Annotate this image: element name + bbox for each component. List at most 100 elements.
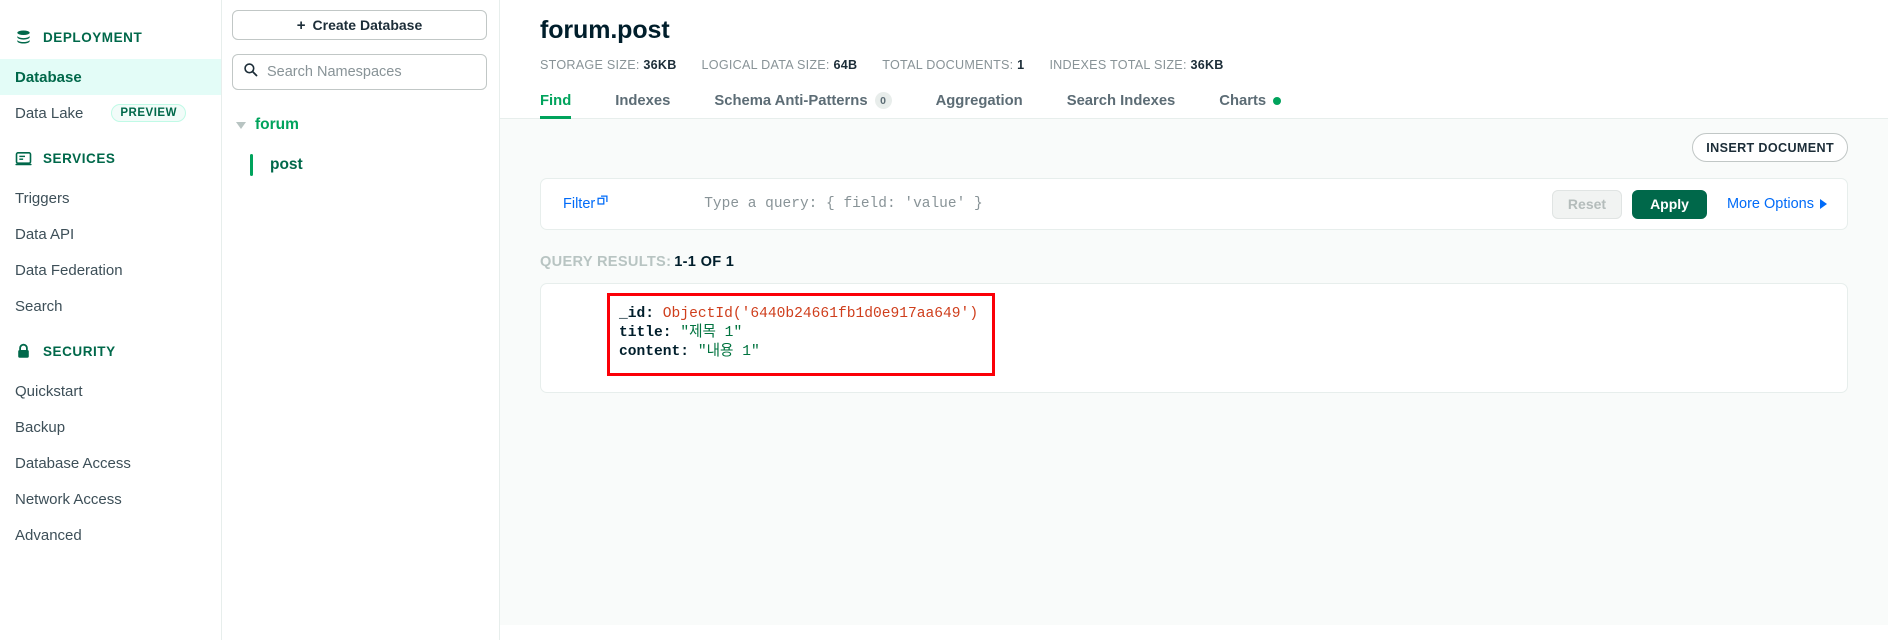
sidebar-item-label: Triggers [15, 189, 70, 207]
apply-button[interactable]: Apply [1632, 189, 1707, 219]
query-filter-input[interactable] [704, 196, 1552, 212]
status-badge: 0 [874, 92, 892, 109]
tab-label: Indexes [615, 93, 671, 109]
filter-link-label: Filter [563, 196, 596, 212]
preview-badge: PREVIEW [111, 103, 186, 123]
external-link-icon [597, 194, 608, 210]
chevron-down-icon[interactable] [236, 122, 246, 129]
field-key: content: [619, 344, 690, 360]
filter-bar: Filter Reset Apply More Options [540, 178, 1848, 230]
tab-label: Find [540, 93, 572, 109]
field-value: ObjectId('6440b24661fb1d0e917aa649') [662, 306, 979, 322]
search-icon [243, 62, 258, 82]
query-results-label: QUERY RESULTS: 1-1 OF 1 [540, 254, 1848, 270]
sidebar-section-label: SERVICES [43, 150, 116, 166]
sidebar-item-triggers[interactable]: Triggers [0, 180, 221, 216]
document-field-id: _id: ObjectId('6440b24661fb1d0e917aa649'… [619, 305, 978, 324]
tab-schema-anti-patterns[interactable]: Schema Anti-Patterns 0 [692, 92, 913, 118]
sidebar-item-label: Advanced [15, 526, 82, 544]
field-value: "제목 1" [680, 325, 743, 341]
stat-total-documents: TOTAL DOCUMENTS: 1 [882, 58, 1024, 72]
sidebar-item-database-access[interactable]: Database Access [0, 445, 221, 481]
page-title: forum.post [540, 16, 670, 44]
insert-document-button[interactable]: INSERT DOCUMENT [1692, 133, 1848, 162]
sidebar-section-services: SERVICES [0, 143, 221, 173]
database-icon [15, 29, 32, 46]
sidebar-item-label: Data Federation [15, 261, 123, 279]
tab-label: Aggregation [935, 93, 1023, 109]
namespace-panel: + Create Database forum post [222, 0, 500, 640]
stat-label: INDEXES TOTAL SIZE: [1049, 58, 1187, 72]
documents-panel: _id: ObjectId('6440b24661fb1d0e917aa649'… [540, 283, 1848, 393]
filter-docs-link[interactable]: Filter [563, 194, 608, 212]
services-icon [15, 150, 32, 167]
field-key: _id: [619, 306, 655, 322]
create-database-label: Create Database [312, 17, 423, 33]
namespace-database-row[interactable]: forum [232, 112, 487, 138]
document-highlight-box: _id: ObjectId('6440b24661fb1d0e917aa649'… [607, 293, 996, 376]
tab-label: Search Indexes [1066, 93, 1176, 109]
sidebar-item-quickstart[interactable]: Quickstart [0, 373, 221, 409]
sidebar-item-search[interactable]: Search [0, 288, 221, 324]
sidebar-section-label: DEPLOYMENT [43, 29, 143, 45]
collection-active-bar [250, 154, 253, 176]
sidebar-item-label: Search [15, 297, 63, 315]
stat-value: 36KB [643, 58, 677, 72]
tab-label: Charts [1219, 93, 1267, 109]
create-database-button[interactable]: + Create Database [232, 10, 487, 40]
collection-tabs: Find Indexes Schema Anti-Patterns 0 Aggr… [500, 86, 1888, 119]
search-namespaces-input[interactable] [267, 64, 476, 80]
sidebar-item-backup[interactable]: Backup [0, 409, 221, 445]
sidebar-section-security: SECURITY [0, 336, 221, 366]
stat-value: 64B [833, 58, 858, 72]
more-options-label: More Options [1726, 196, 1814, 212]
sidebar-item-advanced[interactable]: Advanced [0, 517, 221, 553]
database-name: forum [255, 116, 299, 133]
document-field-title: title: "제목 1" [619, 324, 978, 343]
search-namespaces-wrapper[interactable] [232, 54, 487, 90]
stat-value: 1 [1017, 58, 1025, 72]
tab-find[interactable]: Find [540, 93, 593, 119]
collection-name: post [270, 156, 303, 173]
sidebar-item-data-lake[interactable]: Data Lake PREVIEW [0, 95, 221, 131]
find-tab-content: INSERT DOCUMENT Filter Reset Apply [500, 119, 1888, 625]
charts-status-dot-icon [1273, 97, 1282, 105]
query-results-range: 1-1 OF 1 [674, 254, 735, 270]
stat-label: TOTAL DOCUMENTS: [882, 58, 1014, 72]
tab-aggregation[interactable]: Aggregation [914, 93, 1045, 118]
main-content: forum.post STORAGE SIZE: 36KB LOGICAL DA… [500, 0, 1888, 640]
sidebar-item-data-api[interactable]: Data API [0, 216, 221, 252]
namespace-collection-row[interactable]: post [232, 150, 487, 180]
query-results-text: QUERY RESULTS: [540, 254, 672, 270]
sidebar-item-label: Data API [15, 225, 75, 243]
collection-header: forum.post STORAGE SIZE: 36KB LOGICAL DA… [500, 0, 1888, 72]
document-field-content: content: "내용 1" [619, 343, 978, 362]
field-key: title: [619, 325, 672, 341]
reset-button[interactable]: Reset [1551, 189, 1623, 219]
sidebar-section-deployment: DEPLOYMENT [0, 22, 221, 52]
sidebar-item-label: Database Access [15, 454, 131, 472]
field-value: "내용 1" [697, 344, 760, 360]
more-options-toggle[interactable]: More Options [1727, 196, 1827, 212]
sidebar-item-data-federation[interactable]: Data Federation [0, 252, 221, 288]
stat-label: STORAGE SIZE: [540, 58, 640, 72]
stat-logical-data-size: LOGICAL DATA SIZE: 64B [702, 58, 858, 72]
namespace-tree: forum post [232, 112, 487, 180]
tab-charts[interactable]: Charts [1197, 93, 1303, 118]
tab-indexes[interactable]: Indexes [593, 93, 692, 118]
stat-storage-size: STORAGE SIZE: 36KB [540, 58, 677, 72]
stat-indexes-total-size: INDEXES TOTAL SIZE: 36KB [1049, 58, 1223, 72]
lock-icon [15, 343, 32, 360]
stat-label: LOGICAL DATA SIZE: [701, 58, 830, 72]
tab-search-indexes[interactable]: Search Indexes [1045, 93, 1198, 118]
sidebar-section-label: SECURITY [43, 343, 116, 359]
atlas-app: DEPLOYMENT Database Data Lake PREVIEW SE… [0, 0, 1888, 640]
sidebar-item-label: Network Access [15, 490, 122, 508]
sidebar-item-label: Backup [15, 418, 66, 436]
sidebar-item-database[interactable]: Database [0, 59, 221, 95]
chevron-right-icon [1820, 199, 1827, 209]
sidebar-item-network-access[interactable]: Network Access [0, 481, 221, 517]
plus-icon: + [296, 16, 306, 34]
